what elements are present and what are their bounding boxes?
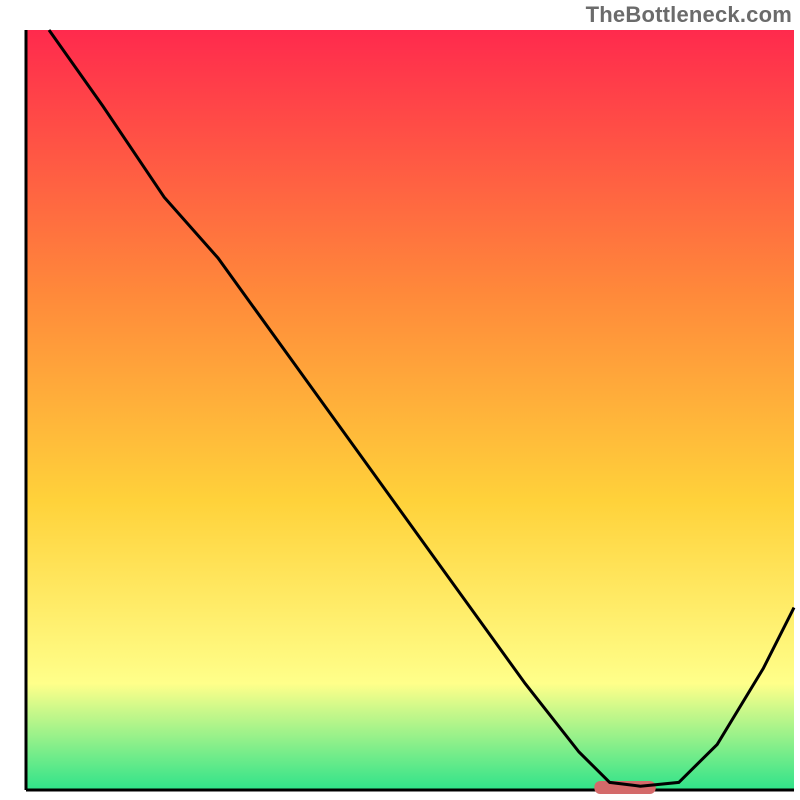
chart-svg — [0, 0, 800, 800]
plot-background — [26, 30, 794, 790]
bottleneck-chart: TheBottleneck.com — [0, 0, 800, 800]
